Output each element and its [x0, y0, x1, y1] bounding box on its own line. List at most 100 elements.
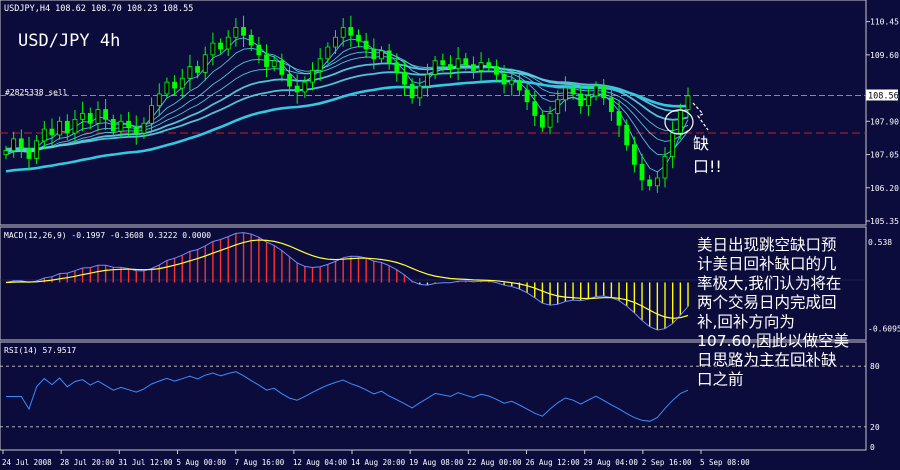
candle-body — [356, 34, 361, 42]
candle-body — [547, 113, 553, 128]
time-tick-label: 19 Aug 08:00 — [409, 458, 464, 467]
commentary-line: 补,回补方向为 — [697, 313, 795, 331]
price-candle — [103, 99, 109, 130]
time-axis: 24 Jul 2008 28 Jul 20:00 31 Jul 12:00 5 Aug… — [2, 450, 750, 467]
candle-body — [524, 89, 530, 103]
candle-body — [677, 109, 683, 134]
candle-body — [562, 87, 568, 101]
price-candle — [225, 30, 231, 57]
price-candle — [432, 56, 438, 80]
candle-body — [471, 64, 476, 71]
candle-body — [394, 62, 400, 73]
price-candle — [218, 38, 223, 54]
candle-body — [501, 73, 507, 85]
price-tick-label: 105.35 — [870, 217, 899, 226]
price-candle — [417, 77, 423, 107]
candle-body — [18, 138, 24, 150]
candle-body — [110, 118, 116, 132]
ema-band-line — [5, 62, 689, 152]
candle-body — [478, 62, 484, 71]
price-candle — [210, 32, 216, 66]
candle-body — [455, 58, 461, 69]
rsi-tick-label: 20 — [870, 423, 880, 432]
candle-body — [317, 58, 323, 71]
price-candle — [202, 46, 208, 81]
current-price-badge: 108.56 — [868, 91, 899, 101]
macd-tick-label: -0.6095 — [868, 325, 900, 334]
candle-body — [256, 44, 262, 56]
symbol-info: USDJPY,H4 108.62 108.70 108.23 108.55 — [4, 4, 193, 14]
candle-body — [133, 126, 139, 134]
macd-indicator — [5, 232, 689, 331]
candle-body — [463, 58, 469, 66]
candle-body — [654, 177, 660, 187]
commentary-line: 率极大,我们认为将在 — [697, 274, 841, 292]
price-candle — [172, 75, 177, 96]
gap-label-line-2: 口!! — [693, 157, 722, 176]
candle-body — [540, 115, 545, 128]
candle-body — [440, 60, 446, 66]
candle-body — [179, 77, 185, 89]
candle-body — [118, 120, 124, 132]
candle-body — [448, 64, 453, 69]
candle-body — [647, 179, 653, 187]
price-tick-label: 106.20 — [870, 184, 899, 193]
price-axis: 110.45 109.60 108.56 107.90 107.05 106.20 105.… — [866, 18, 900, 452]
price-candle — [195, 60, 200, 79]
candle-body — [425, 73, 430, 87]
price-candle — [179, 68, 185, 98]
candle-body — [509, 79, 515, 85]
candle-body — [302, 81, 308, 93]
time-tick-label: 2 Sep 16:00 — [642, 458, 692, 467]
price-candle — [532, 91, 538, 126]
price-candle — [310, 62, 315, 91]
candle-body — [386, 50, 392, 64]
time-tick-label: 7 Aug 16:00 — [235, 458, 285, 467]
candle-body — [149, 105, 154, 124]
macd-signal-line — [5, 239, 689, 319]
price-panel-frame — [0, 0, 867, 226]
candle-body — [34, 140, 40, 159]
trading-chart[interactable]: 110.45 109.60 108.56 107.90 107.05 106.20 105.… — [0, 0, 900, 470]
price-candle — [455, 47, 461, 81]
candle-body — [325, 46, 331, 60]
rsi-indicator — [6, 371, 689, 422]
price-candle — [11, 131, 17, 158]
commentary-line: 日思路为主在回补缺 — [697, 351, 837, 369]
candle-body — [409, 83, 415, 99]
candle-body — [95, 109, 101, 124]
commentary-line: 口之前 — [697, 370, 744, 388]
candle-body — [41, 128, 47, 142]
price-candle — [156, 83, 162, 117]
price-candle — [654, 170, 660, 193]
candle-body — [601, 85, 607, 99]
rsi-line — [6, 371, 689, 422]
candle-body — [486, 62, 492, 67]
candle-body — [264, 54, 269, 67]
price-candle — [631, 136, 637, 173]
chart-big-title: USD/JPY 4h — [18, 31, 120, 51]
candle-body — [616, 111, 622, 126]
candle-body — [685, 95, 691, 110]
time-tick-label: 12 Aug 04:00 — [293, 458, 348, 467]
candle-body — [662, 156, 668, 179]
candle-body — [225, 36, 231, 50]
price-candle — [333, 30, 338, 55]
candle-body — [80, 113, 86, 120]
time-tick-label: 29 Aug 04:00 — [584, 458, 639, 467]
commentary-line: 107.60,因此以做空美 — [697, 332, 849, 350]
price-candle — [264, 44, 269, 78]
candle-body — [241, 27, 246, 36]
time-tick-label: 24 Jul 2008 — [2, 458, 52, 467]
price-candle — [26, 136, 32, 171]
price-candle — [448, 55, 453, 78]
candle-body — [608, 97, 614, 112]
price-candle — [585, 85, 591, 117]
rsi-tick-label: 80 — [870, 362, 880, 371]
price-tick-label: 110.45 — [870, 18, 899, 27]
candle-body — [218, 42, 223, 50]
price-candle — [647, 175, 653, 191]
price-candle — [494, 59, 499, 82]
gap-arrow — [692, 102, 709, 131]
commentary-line: 计美日回补缺口的几 — [697, 255, 837, 273]
